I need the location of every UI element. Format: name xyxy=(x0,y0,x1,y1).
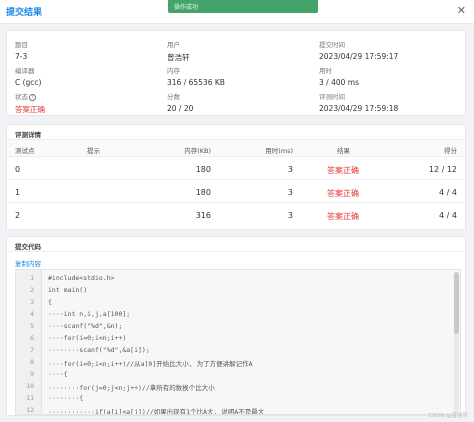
compiler-value: C (gcc) xyxy=(15,78,42,87)
memory-label: 内存 xyxy=(167,67,180,75)
row-time: 3 xyxy=(287,188,293,197)
memory-value: 316 / 65536 KB xyxy=(167,78,225,87)
code-line: ····scanf("%d",&n); xyxy=(48,322,123,330)
user-value: 曾浩轩 xyxy=(167,53,190,62)
success-toast: 操作成功 xyxy=(168,0,318,13)
compiler-label: 编译器 xyxy=(15,67,35,75)
table-row: 2 316 3 答案正确 4 / 4 xyxy=(7,204,465,226)
line-number: 8 xyxy=(30,358,34,366)
status-field: 状态? 答案正确 xyxy=(15,91,45,115)
problem-value: 7-3 xyxy=(15,52,28,61)
row-memory: 180 xyxy=(195,188,211,197)
score-label: 分数 xyxy=(167,93,180,101)
row-result: 答案正确 xyxy=(327,166,359,175)
elapsed-field: 用时 3 / 400 ms xyxy=(319,65,359,87)
row-time: 3 xyxy=(287,211,293,220)
row-memory: 180 xyxy=(195,165,211,174)
code-line: { xyxy=(48,298,52,306)
header-hint: 提示 xyxy=(87,147,100,155)
line-number: 6 xyxy=(30,334,34,342)
code-line: ········for(j=0;j<n;j++)//拿所有的数挨个比大小 xyxy=(48,384,215,392)
dialog-title: 提交结果 xyxy=(6,8,43,18)
table-row: 1 180 3 答案正确 4 / 4 xyxy=(7,181,465,203)
line-number: 5 xyxy=(30,322,34,330)
user-label: 用户 xyxy=(167,41,180,49)
compiler-field: 编译器 C (gcc) xyxy=(15,65,41,87)
row-case: 0 xyxy=(15,165,21,174)
line-number: 4 xyxy=(30,310,34,318)
row-case: 2 xyxy=(15,211,21,220)
problem-field: 题目 7-3 xyxy=(15,39,28,61)
submission-info-card: 题目 7-3 用户 曾浩轩 提交时间 2023/04/29 17:59:17 编… xyxy=(6,30,466,116)
submit-time-field: 提交时间 2023/04/29 17:59:17 xyxy=(319,39,398,61)
submit-time-value: 2023/04/29 17:59:17 xyxy=(319,52,399,61)
status-label: 状态 xyxy=(15,93,28,101)
judge-time-field: 评测时间 2023/04/29 17:59:18 xyxy=(319,91,398,113)
row-memory: 316 xyxy=(195,211,211,220)
code-editor[interactable]: 1 2 3 4 5 6 7 8 9 10 11 12 #include<stdi… xyxy=(15,269,461,415)
score-field: 分数 20 / 20 xyxy=(167,91,193,113)
row-score: 12 / 12 xyxy=(428,165,457,174)
line-number: 12 xyxy=(26,406,34,414)
line-number: 7 xyxy=(30,346,34,354)
row-result: 答案正确 xyxy=(327,189,359,198)
elapsed-label: 用时 xyxy=(319,67,332,75)
row-result: 答案正确 xyxy=(327,212,359,221)
row-score: 4 / 4 xyxy=(439,188,457,197)
line-number-gutter: 1 2 3 4 5 6 7 8 9 10 11 12 xyxy=(16,270,42,414)
user-field: 用户 曾浩轩 xyxy=(167,39,190,63)
score-value: 20 / 20 xyxy=(167,104,194,113)
table-header: 测试点 提示 内存(KB) 用时(ms) 结果 得分 xyxy=(7,140,465,157)
line-number: 1 xyxy=(30,274,34,282)
help-icon[interactable]: ? xyxy=(29,93,36,101)
code-scrollbar[interactable] xyxy=(454,272,459,414)
line-number: 2 xyxy=(30,286,34,294)
elapsed-value: 3 / 400 ms xyxy=(319,78,359,87)
header-result: 结果 xyxy=(337,147,350,155)
header-score: 得分 xyxy=(444,147,457,155)
submit-time-label: 提交时间 xyxy=(319,41,345,49)
line-number: 3 xyxy=(30,298,34,306)
code-line: ····for(i=0;i<n;i++)//从a[0]开始比大小, 为了方便讲解… xyxy=(48,360,253,368)
problem-label: 题目 xyxy=(15,41,28,49)
header-case: 测试点 xyxy=(15,147,35,155)
header-memory: 内存(KB) xyxy=(184,147,211,155)
scrollbar-thumb[interactable] xyxy=(454,272,459,334)
close-icon[interactable]: ✕ xyxy=(457,4,466,17)
code-line: ········scanf("%d",&a[i]); xyxy=(48,346,150,354)
judge-details-card: 评测详情 测试点 提示 内存(KB) 用时(ms) 结果 得分 0 180 3 … xyxy=(6,124,466,230)
judge-section-title: 评测详情 xyxy=(7,125,465,140)
watermark: CSDN @曾浩轩 xyxy=(428,413,468,419)
code-line: ············if(a[i]<a[j])//如果出现有1个比A大, 说… xyxy=(48,408,265,415)
row-case: 1 xyxy=(15,188,21,197)
judge-time-value: 2023/04/29 17:59:18 xyxy=(319,104,399,113)
submitted-code-card: 提交代码 复制内容 1 2 3 4 5 6 7 8 9 10 11 12 #in… xyxy=(6,236,466,416)
code-line: ····int n,i,j,a[100]; xyxy=(48,310,131,318)
row-score: 4 / 4 xyxy=(439,211,457,220)
code-line: ····{ xyxy=(48,370,68,378)
code-line: ········{ xyxy=(48,394,84,402)
code-section-title: 提交代码 xyxy=(7,237,465,252)
code-line: ····for(i=0;i<n;i++) xyxy=(48,334,127,342)
status-value: 答案正确 xyxy=(15,105,45,114)
copy-content-link[interactable]: 复制内容 xyxy=(15,258,41,268)
code-line: #include<stdio.h> xyxy=(48,274,115,282)
memory-field: 内存 316 / 65536 KB xyxy=(167,65,225,87)
line-number: 9 xyxy=(30,370,34,378)
table-row: 0 180 3 答案正确 12 / 12 xyxy=(7,158,465,180)
header-time: 用时(ms) xyxy=(265,147,293,155)
line-number: 10 xyxy=(26,382,34,390)
row-time: 3 xyxy=(287,165,293,174)
line-number: 11 xyxy=(26,394,34,402)
code-line: int main() xyxy=(48,286,88,294)
judge-time-label: 评测时间 xyxy=(319,93,345,101)
